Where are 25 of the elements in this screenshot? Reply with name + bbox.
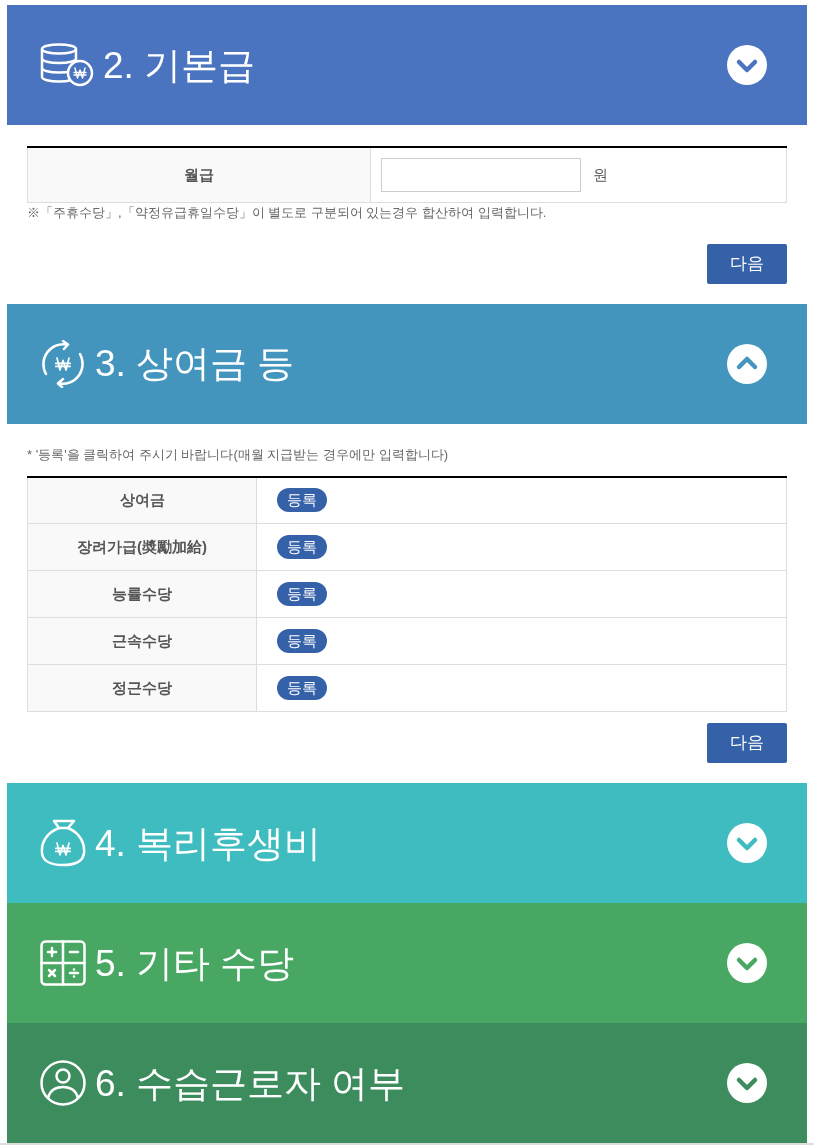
calculator-icon — [40, 940, 86, 986]
row-label: 상여금 — [27, 476, 257, 524]
next-button[interactable]: 다음 — [707, 723, 787, 763]
accordion-header[interactable]: 3. 상여금 등 — [7, 303, 807, 424]
unit-label: 원 — [593, 164, 608, 185]
row-label: 정근수당 — [27, 664, 257, 712]
note-text: * '등록'을 클릭하여 주시기 바랍니다(매월 지급받는 경우에만 입력합니다) — [27, 445, 449, 464]
note-text: ※「주휴수당」,「약정유급휴일수당」이 별도로 구분되어 있는경우 합산하여 입력합니다. — [27, 203, 548, 222]
circular-arrows-won-icon — [40, 339, 86, 388]
row-label: 장려가급(奬勵加給) — [27, 523, 257, 571]
register-button[interactable]: 등록 — [277, 629, 327, 653]
register-button[interactable]: 등록 — [277, 535, 327, 559]
input-field[interactable] — [381, 157, 581, 192]
user-icon — [40, 1060, 86, 1106]
accordion-header[interactable]: 2. 기본급 — [7, 5, 807, 125]
row-label: 월급 — [27, 147, 371, 202]
register-button[interactable]: 등록 — [277, 676, 327, 700]
accordion-header[interactable]: 6. 수습근로자 여부 — [7, 1023, 807, 1143]
row-label: 근속수당 — [27, 617, 257, 665]
register-button[interactable]: 등록 — [277, 582, 327, 606]
coins-icon — [40, 43, 94, 87]
money-bag-icon — [40, 819, 86, 867]
next-button[interactable]: 다음 — [707, 243, 787, 284]
register-button[interactable]: 등록 — [277, 488, 327, 513]
row-label: 능률수당 — [27, 570, 257, 618]
